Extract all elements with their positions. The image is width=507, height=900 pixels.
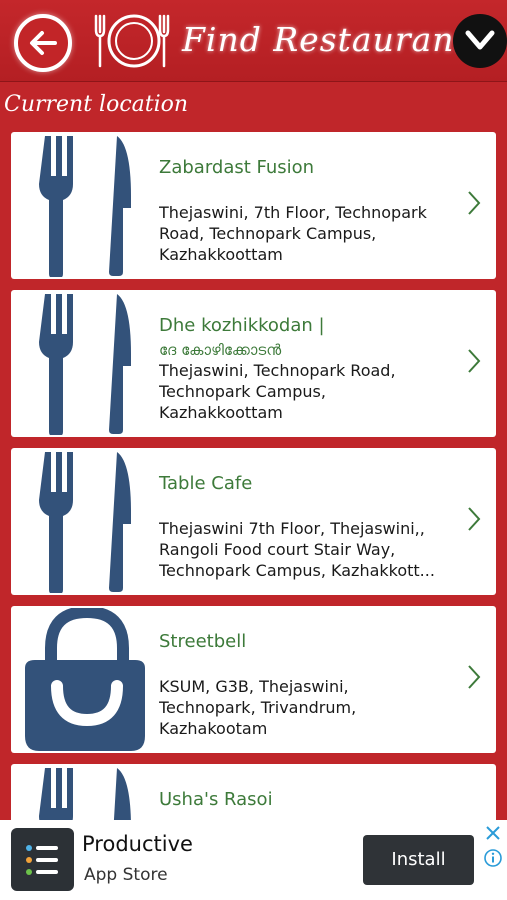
chevron-right-icon: [468, 665, 481, 689]
info-icon[interactable]: [483, 848, 503, 868]
top-bar: Find Restaurants: [0, 0, 507, 82]
close-icon[interactable]: [484, 824, 502, 842]
fork-knife-icon: [39, 136, 131, 277]
address-line: Technopark Campus,: [159, 382, 326, 401]
restaurant-address: Thejaswini, Technopark Road, Technopark …: [159, 360, 474, 423]
restaurant-address: KSUM, G3B, Thejaswini, Technopark, Triva…: [159, 676, 474, 739]
back-button[interactable]: [14, 14, 72, 72]
checklist-app-icon: [26, 845, 58, 875]
restaurant-name: Zabardast Fusion: [159, 157, 315, 178]
ad-subtitle: App Store: [84, 865, 168, 885]
restaurant-card[interactable]: Dhe kozhikkodan | ദേ കോഴിക്കോടൻ Thejaswi…: [11, 290, 496, 437]
chevron-right-icon: [468, 349, 481, 373]
plate-cutlery-icon: [94, 14, 170, 68]
address-line: Kazhakootam: [159, 719, 268, 738]
address-line: Rangoli Food court Stair Way,: [159, 540, 396, 559]
restaurant-name: Usha's Rasoi: [159, 789, 273, 810]
fork-knife-icon: [39, 768, 131, 820]
chevron-right-icon: [468, 191, 481, 215]
address-line: Technopark Campus, Kazhakkott...: [159, 561, 435, 580]
restaurant-name: Streetbell: [159, 631, 247, 652]
address-line: Thejaswini, 7th Floor, Technopark: [159, 203, 427, 222]
restaurant-card[interactable]: Zabardast Fusion Thejaswini, 7th Floor, …: [11, 132, 496, 279]
install-button[interactable]: Install: [363, 835, 474, 885]
restaurant-address: Thejaswini, 7th Floor, Technopark Road, …: [159, 202, 474, 265]
ad-app-icon[interactable]: [11, 828, 74, 891]
restaurant-card[interactable]: Streetbell KSUM, G3B, Thejaswini, Techno…: [11, 606, 496, 753]
restaurant-name: Table Cafe: [159, 473, 253, 494]
fork-knife-icon: [39, 452, 131, 593]
address-line: Kazhakkoottam: [159, 245, 283, 264]
menu-dropdown-button[interactable]: [453, 14, 507, 68]
address-line: Technopark, Trivandrum,: [159, 698, 357, 717]
restaurant-list[interactable]: Zabardast Fusion Thejaswini, 7th Floor, …: [0, 130, 507, 820]
restaurant-card[interactable]: Usha's Rasoi: [11, 764, 496, 820]
section-label: Current location: [4, 92, 189, 117]
app-title: Find Restaurants: [182, 20, 487, 59]
restaurant-name-local: ദേ കോഴിക്കോടൻ: [159, 341, 282, 359]
address-line: Thejaswini, Technopark Road,: [159, 361, 396, 380]
ad-banner[interactable]: Productive App Store Install: [0, 820, 507, 900]
address-line: Road, Technopark Campus,: [159, 224, 377, 243]
chevron-right-icon: [468, 507, 481, 531]
restaurant-card[interactable]: Table Cafe Thejaswini 7th Floor, Thejasw…: [11, 448, 496, 595]
fork-knife-icon: [39, 294, 131, 435]
address-line: Kazhakkoottam: [159, 403, 283, 422]
back-arrow-icon: [30, 31, 57, 55]
restaurant-name: Dhe kozhikkodan |: [159, 315, 325, 336]
restaurant-address: Thejaswini 7th Floor, Thejaswini,, Rango…: [159, 518, 474, 581]
ad-title[interactable]: Productive: [82, 832, 193, 856]
chevron-down-icon: [465, 30, 495, 50]
shopping-bag-icon: [25, 608, 145, 751]
address-line: KSUM, G3B, Thejaswini,: [159, 677, 349, 696]
address-line: Thejaswini 7th Floor, Thejaswini,,: [159, 519, 425, 538]
